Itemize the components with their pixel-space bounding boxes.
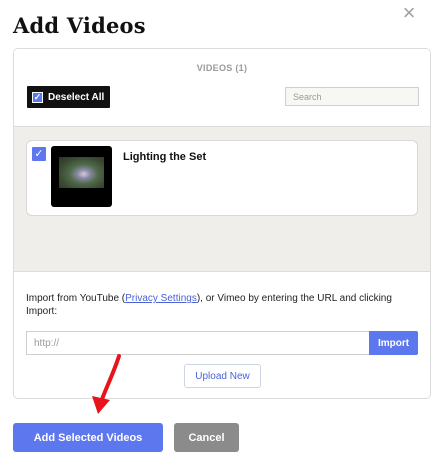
thumbnail-frame — [59, 157, 104, 188]
import-text-before: Import from YouTube ( — [26, 293, 126, 304]
import-instructions: Import from YouTube (Privacy Settings), … — [26, 292, 421, 318]
dialog-title: Add Videos — [13, 13, 146, 38]
search-input[interactable] — [285, 87, 419, 106]
privacy-settings-link[interactable]: Privacy Settings — [125, 293, 197, 304]
check-icon: ✓ — [32, 91, 43, 103]
video-checkbox-check-icon[interactable]: ✓ — [32, 147, 46, 161]
deselect-all-label: Deselect All — [48, 91, 105, 103]
video-library-panel: VIDEOS (1) ✓ Deselect All ✓ Lighting the… — [13, 48, 431, 399]
cancel-button[interactable]: Cancel — [174, 423, 239, 452]
videos-count-label: VIDEOS (1) — [196, 63, 248, 73]
url-import-row: Import — [26, 331, 418, 355]
upload-new-button[interactable]: Upload New — [184, 364, 261, 388]
video-title: Lighting the Set — [123, 151, 207, 163]
video-thumbnail — [51, 146, 112, 207]
video-list: ✓ Lighting the Set — [14, 126, 430, 272]
add-selected-videos-button[interactable]: Add Selected Videos — [13, 423, 163, 452]
deselect-all-button[interactable]: ✓ Deselect All — [27, 86, 111, 108]
video-item[interactable]: ✓ Lighting the Set — [26, 140, 418, 216]
close-icon[interactable]: × — [398, 2, 420, 24]
red-arrow-icon — [92, 354, 121, 414]
import-button[interactable]: Import — [369, 331, 418, 355]
library-header: VIDEOS (1) ✓ Deselect All — [14, 49, 430, 126]
url-input[interactable] — [26, 331, 369, 355]
